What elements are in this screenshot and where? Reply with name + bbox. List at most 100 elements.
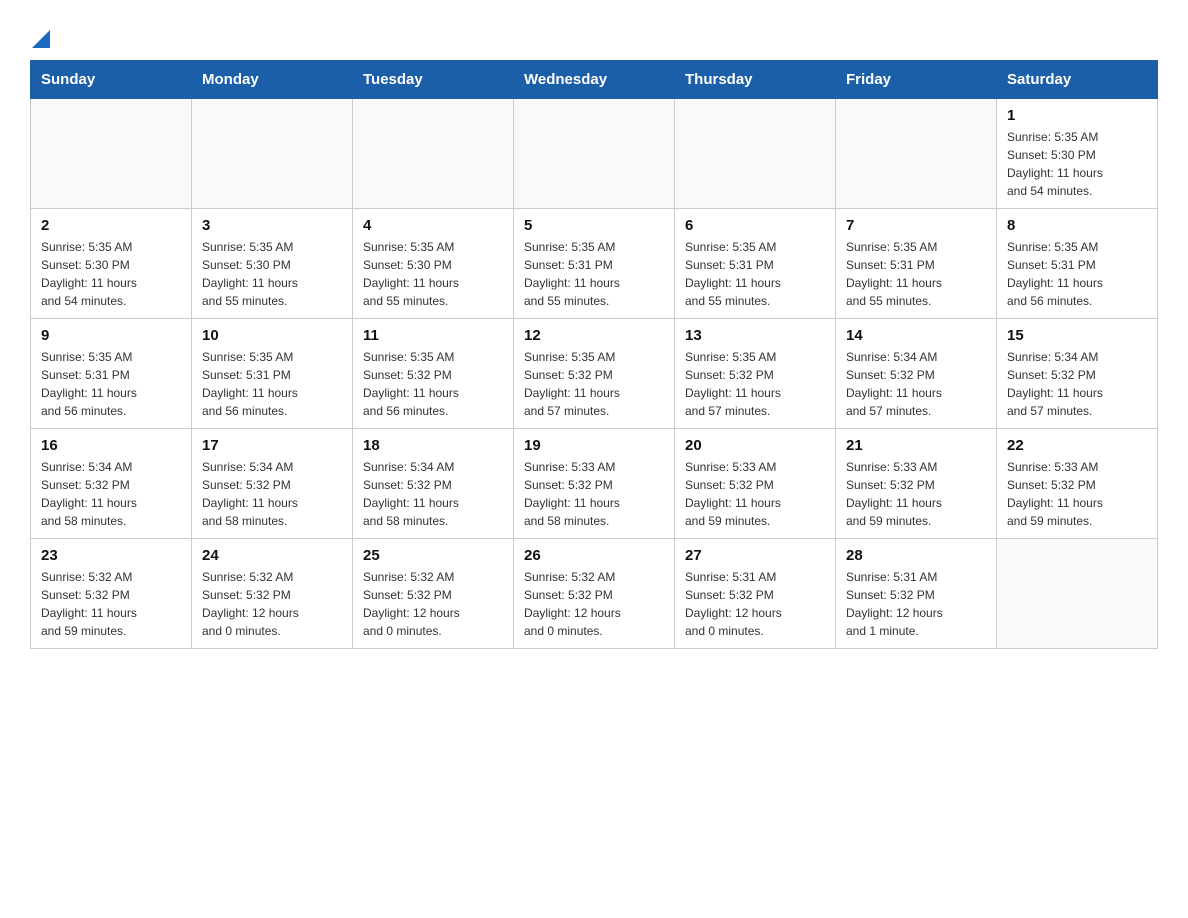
day-number: 9 [41, 327, 181, 344]
calendar-week-row: 1 Sunrise: 5:35 AMSunset: 5:30 PMDaylight… [31, 99, 1158, 209]
day-info: Sunrise: 5:35 AMSunset: 5:30 PMDaylight:… [363, 238, 503, 310]
day-of-week-wednesday: Wednesday [514, 61, 675, 99]
day-number: 7 [846, 217, 986, 234]
table-row [836, 99, 997, 209]
day-info: Sunrise: 5:32 AMSunset: 5:32 PMDaylight:… [41, 568, 181, 640]
day-number: 18 [363, 437, 503, 454]
calendar-header: SundayMondayTuesdayWednesdayThursdayFrid… [31, 61, 1158, 99]
calendar-week-row: 9 Sunrise: 5:35 AMSunset: 5:31 PMDaylight… [31, 319, 1158, 429]
day-number: 8 [1007, 217, 1147, 234]
table-row: 8 Sunrise: 5:35 AMSunset: 5:31 PMDaylight… [997, 209, 1158, 319]
day-info: Sunrise: 5:32 AMSunset: 5:32 PMDaylight:… [202, 568, 342, 640]
day-number: 26 [524, 547, 664, 564]
table-row: 26 Sunrise: 5:32 AMSunset: 5:32 PMDayligh… [514, 539, 675, 649]
table-row: 19 Sunrise: 5:33 AMSunset: 5:32 PMDayligh… [514, 429, 675, 539]
table-row: 2Sunrise: 5:35 AMSunset: 5:30 PMDaylight… [31, 209, 192, 319]
day-info: Sunrise: 5:35 AMSunset: 5:31 PMDaylight:… [846, 238, 986, 310]
calendar-week-row: 16 Sunrise: 5:34 AMSunset: 5:32 PMDayligh… [31, 429, 1158, 539]
table-row: 14Sunrise: 5:34 AMSunset: 5:32 PMDayligh… [836, 319, 997, 429]
table-row: 17Sunrise: 5:34 AMSunset: 5:32 PMDayligh… [192, 429, 353, 539]
day-info: Sunrise: 5:35 AMSunset: 5:31 PMDaylight:… [524, 238, 664, 310]
day-info: Sunrise: 5:35 AMSunset: 5:32 PMDaylight:… [524, 348, 664, 420]
table-row: 6 Sunrise: 5:35 AMSunset: 5:31 PMDaylight… [675, 209, 836, 319]
day-of-week-thursday: Thursday [675, 61, 836, 99]
day-of-week-saturday: Saturday [997, 61, 1158, 99]
day-number: 10 [202, 327, 342, 344]
day-info: Sunrise: 5:34 AMSunset: 5:32 PMDaylight:… [202, 458, 342, 530]
day-number: 5 [524, 217, 664, 234]
day-info: Sunrise: 5:33 AMSunset: 5:32 PMDaylight:… [685, 458, 825, 530]
calendar-body: 1 Sunrise: 5:35 AMSunset: 5:30 PMDaylight… [31, 99, 1158, 649]
day-of-week-tuesday: Tuesday [353, 61, 514, 99]
day-number: 15 [1007, 327, 1147, 344]
table-row [514, 99, 675, 209]
table-row: 21Sunrise: 5:33 AMSunset: 5:32 PMDayligh… [836, 429, 997, 539]
day-of-week-friday: Friday [836, 61, 997, 99]
day-info: Sunrise: 5:33 AMSunset: 5:32 PMDaylight:… [1007, 458, 1147, 530]
day-info: Sunrise: 5:32 AMSunset: 5:32 PMDaylight:… [363, 568, 503, 640]
table-row [192, 99, 353, 209]
day-info: Sunrise: 5:31 AMSunset: 5:32 PMDaylight:… [846, 568, 986, 640]
table-row: 20 Sunrise: 5:33 AMSunset: 5:32 PMDayligh… [675, 429, 836, 539]
day-info: Sunrise: 5:34 AMSunset: 5:32 PMDaylight:… [1007, 348, 1147, 420]
page-header [30, 20, 1158, 48]
table-row: 28 Sunrise: 5:31 AMSunset: 5:32 PMDayligh… [836, 539, 997, 649]
table-row: 9 Sunrise: 5:35 AMSunset: 5:31 PMDaylight… [31, 319, 192, 429]
logo-triangle-icon [32, 30, 50, 48]
table-row: 16Sunrise: 5:34 AMSunset: 5:32 PMDayligh… [31, 429, 192, 539]
day-info: Sunrise: 5:32 AMSunset: 5:32 PMDaylight:… [524, 568, 664, 640]
table-row: 11Sunrise: 5:35 AMSunset: 5:32 PMDayligh… [353, 319, 514, 429]
table-row [353, 99, 514, 209]
table-row: 7 Sunrise: 5:35 AMSunset: 5:31 PMDaylight… [836, 209, 997, 319]
day-number: 20 [685, 437, 825, 454]
table-row: 13 Sunrise: 5:35 AMSunset: 5:32 PMDayligh… [675, 319, 836, 429]
day-info: Sunrise: 5:35 AMSunset: 5:30 PMDaylight:… [1007, 128, 1147, 200]
days-of-week-row: SundayMondayTuesdayWednesdayThursdayFrid… [31, 61, 1158, 99]
table-row: 25 Sunrise: 5:32 AMSunset: 5:32 PMDayligh… [353, 539, 514, 649]
day-info: Sunrise: 5:35 AMSunset: 5:32 PMDaylight:… [685, 348, 825, 420]
day-number: 25 [363, 547, 503, 564]
table-row [31, 99, 192, 209]
day-of-week-monday: Monday [192, 61, 353, 99]
calendar-week-row: 23 Sunrise: 5:32 AMSunset: 5:32 PMDayligh… [31, 539, 1158, 649]
day-number: 3 [202, 217, 342, 234]
day-info: Sunrise: 5:35 AMSunset: 5:30 PMDaylight:… [202, 238, 342, 310]
logo [30, 30, 50, 48]
calendar-table: SundayMondayTuesdayWednesdayThursdayFrid… [30, 60, 1158, 649]
day-number: 22 [1007, 437, 1147, 454]
table-row: 18 Sunrise: 5:34 AMSunset: 5:32 PMDayligh… [353, 429, 514, 539]
day-info: Sunrise: 5:35 AMSunset: 5:31 PMDaylight:… [1007, 238, 1147, 310]
day-info: Sunrise: 5:34 AMSunset: 5:32 PMDaylight:… [846, 348, 986, 420]
day-number: 4 [363, 217, 503, 234]
day-info: Sunrise: 5:34 AMSunset: 5:32 PMDaylight:… [363, 458, 503, 530]
day-number: 12 [524, 327, 664, 344]
table-row: 10 Sunrise: 5:35 AMSunset: 5:31 PMDayligh… [192, 319, 353, 429]
calendar-week-row: 2Sunrise: 5:35 AMSunset: 5:30 PMDaylight… [31, 209, 1158, 319]
table-row: 15 Sunrise: 5:34 AMSunset: 5:32 PMDayligh… [997, 319, 1158, 429]
day-number: 6 [685, 217, 825, 234]
day-number: 11 [363, 327, 503, 344]
table-row [675, 99, 836, 209]
day-of-week-sunday: Sunday [31, 61, 192, 99]
table-row: 22 Sunrise: 5:33 AMSunset: 5:32 PMDayligh… [997, 429, 1158, 539]
day-info: Sunrise: 5:33 AMSunset: 5:32 PMDaylight:… [524, 458, 664, 530]
table-row [997, 539, 1158, 649]
table-row: 4 Sunrise: 5:35 AMSunset: 5:30 PMDaylight… [353, 209, 514, 319]
day-number: 27 [685, 547, 825, 564]
day-info: Sunrise: 5:33 AMSunset: 5:32 PMDaylight:… [846, 458, 986, 530]
table-row: 12 Sunrise: 5:35 AMSunset: 5:32 PMDayligh… [514, 319, 675, 429]
day-number: 13 [685, 327, 825, 344]
day-number: 24 [202, 547, 342, 564]
day-number: 23 [41, 547, 181, 564]
day-number: 28 [846, 547, 986, 564]
day-number: 16 [41, 437, 181, 454]
day-number: 1 [1007, 107, 1147, 124]
table-row: 24 Sunrise: 5:32 AMSunset: 5:32 PMDayligh… [192, 539, 353, 649]
day-info: Sunrise: 5:35 AMSunset: 5:30 PMDaylight:… [41, 238, 181, 310]
day-info: Sunrise: 5:35 AMSunset: 5:31 PMDaylight:… [41, 348, 181, 420]
day-info: Sunrise: 5:35 AMSunset: 5:31 PMDaylight:… [685, 238, 825, 310]
table-row: 23 Sunrise: 5:32 AMSunset: 5:32 PMDayligh… [31, 539, 192, 649]
day-number: 19 [524, 437, 664, 454]
day-info: Sunrise: 5:35 AMSunset: 5:31 PMDaylight:… [202, 348, 342, 420]
table-row: 5 Sunrise: 5:35 AMSunset: 5:31 PMDaylight… [514, 209, 675, 319]
